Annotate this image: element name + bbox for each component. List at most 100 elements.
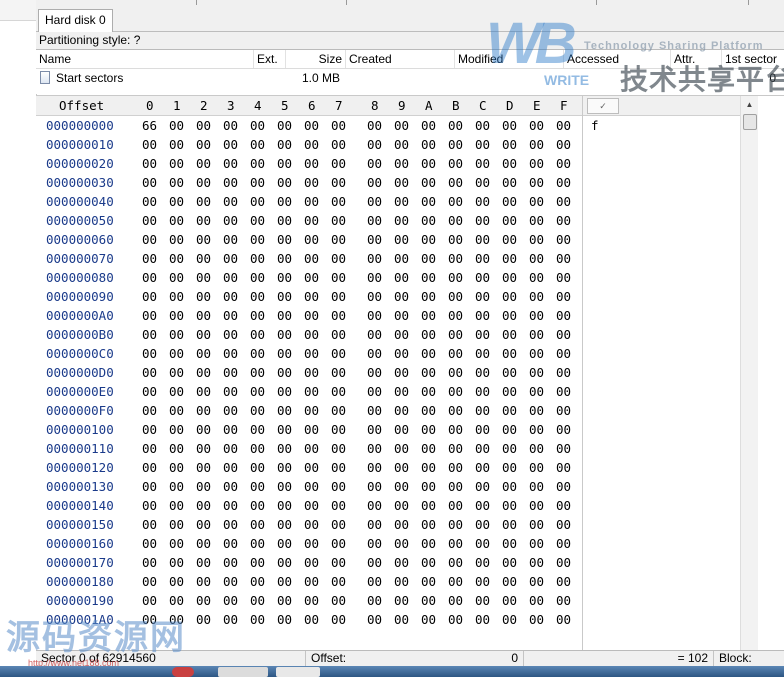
hex-byte[interactable]: 00 <box>475 308 490 323</box>
hex-byte[interactable]: 00 <box>250 498 265 513</box>
hex-byte[interactable]: 00 <box>529 175 544 190</box>
hex-byte[interactable]: 00 <box>223 270 238 285</box>
hex-byte[interactable]: 00 <box>394 593 409 608</box>
hex-byte[interactable]: 00 <box>277 308 292 323</box>
hex-byte[interactable]: 00 <box>277 175 292 190</box>
hex-byte[interactable]: 00 <box>196 460 211 475</box>
hex-byte[interactable]: 00 <box>448 156 463 171</box>
hex-byte[interactable]: 00 <box>169 479 184 494</box>
hex-byte[interactable]: 00 <box>169 346 184 361</box>
hex-byte[interactable]: 00 <box>250 137 265 152</box>
hex-byte[interactable]: 00 <box>529 289 544 304</box>
hex-row[interactable]: 0000000D0 00 00 00 00 00 00 00 00 00 00 00 00 00 00 00 0… <box>36 363 582 382</box>
hex-byte[interactable]: 00 <box>169 232 184 247</box>
hex-byte[interactable]: 00 <box>421 289 436 304</box>
hex-byte[interactable]: 00 <box>475 289 490 304</box>
hex-row[interactable]: 0000000E0 00 00 00 00 00 00 00 00 00 00 00 00 00 00 00 0… <box>36 382 582 401</box>
hex-byte[interactable]: 00 <box>448 574 463 589</box>
hex-byte[interactable]: 00 <box>331 327 346 342</box>
hex-byte[interactable]: 00 <box>556 403 571 418</box>
hex-byte[interactable]: 00 <box>529 137 544 152</box>
hex-byte[interactable]: 00 <box>304 422 319 437</box>
hex-byte[interactable]: 00 <box>196 479 211 494</box>
hex-byte[interactable]: 00 <box>331 574 346 589</box>
hex-byte[interactable]: 00 <box>394 289 409 304</box>
hex-byte[interactable]: 00 <box>304 175 319 190</box>
hex-byte[interactable]: 00 <box>475 384 490 399</box>
hex-byte[interactable]: 00 <box>394 555 409 570</box>
hex-byte[interactable]: 00 <box>142 479 157 494</box>
hex-byte[interactable]: 00 <box>169 574 184 589</box>
hex-byte[interactable]: 00 <box>529 251 544 266</box>
hex-byte[interactable]: 00 <box>196 156 211 171</box>
hex-byte[interactable]: 00 <box>367 593 382 608</box>
scrollbar-thumb[interactable] <box>743 114 757 130</box>
hex-byte[interactable]: 00 <box>304 118 319 133</box>
hex-byte[interactable]: 00 <box>223 137 238 152</box>
hex-byte[interactable]: 00 <box>196 289 211 304</box>
hex-byte[interactable]: 00 <box>448 441 463 456</box>
hex-byte[interactable]: 00 <box>250 384 265 399</box>
hex-byte[interactable]: 00 <box>475 517 490 532</box>
hex-byte[interactable]: 00 <box>169 327 184 342</box>
hex-byte[interactable]: 00 <box>277 593 292 608</box>
hex-byte[interactable]: 00 <box>529 498 544 513</box>
hex-byte[interactable]: 00 <box>169 137 184 152</box>
hex-byte[interactable]: 00 <box>277 460 292 475</box>
hex-byte[interactable]: 00 <box>394 479 409 494</box>
hex-byte[interactable]: 00 <box>196 555 211 570</box>
hex-byte[interactable]: 00 <box>142 213 157 228</box>
hex-byte[interactable]: 00 <box>556 137 571 152</box>
hex-byte[interactable]: 00 <box>556 118 571 133</box>
hex-byte[interactable]: 00 <box>475 365 490 380</box>
hex-byte[interactable]: 00 <box>421 175 436 190</box>
hex-byte[interactable]: 00 <box>304 137 319 152</box>
hex-byte[interactable]: 00 <box>367 536 382 551</box>
hex-byte[interactable]: 00 <box>367 517 382 532</box>
hex-byte[interactable]: 00 <box>277 137 292 152</box>
hex-byte[interactable]: 00 <box>196 422 211 437</box>
hex-byte[interactable]: 00 <box>502 422 517 437</box>
hex-byte[interactable]: 00 <box>304 232 319 247</box>
hex-byte[interactable]: 00 <box>502 137 517 152</box>
hex-byte[interactable]: 00 <box>475 213 490 228</box>
hex-byte[interactable]: 00 <box>277 251 292 266</box>
hex-byte[interactable]: 00 <box>394 327 409 342</box>
hex-byte[interactable]: 00 <box>169 156 184 171</box>
hex-byte[interactable]: 00 <box>142 308 157 323</box>
hex-byte[interactable]: 00 <box>169 403 184 418</box>
hex-byte[interactable]: 00 <box>223 365 238 380</box>
hex-byte[interactable]: 00 <box>331 536 346 551</box>
hex-byte[interactable]: 00 <box>421 593 436 608</box>
hex-row[interactable]: 000000090 00 00 00 00 00 00 00 00 00 00 00 00 00 00 00 0… <box>36 287 582 306</box>
hex-byte[interactable]: 00 <box>223 289 238 304</box>
hex-byte[interactable]: 00 <box>169 251 184 266</box>
hex-byte[interactable]: 00 <box>250 460 265 475</box>
hex-byte[interactable]: 00 <box>475 441 490 456</box>
hex-byte[interactable]: 00 <box>394 365 409 380</box>
hex-byte[interactable]: 00 <box>223 194 238 209</box>
hex-byte[interactable]: 00 <box>529 156 544 171</box>
taskbar-app-button[interactable] <box>218 667 268 677</box>
hex-byte[interactable]: 00 <box>223 422 238 437</box>
hex-byte[interactable]: 00 <box>142 251 157 266</box>
hex-byte[interactable]: 00 <box>169 593 184 608</box>
hex-byte[interactable]: 00 <box>223 327 238 342</box>
hex-byte[interactable]: 00 <box>556 536 571 551</box>
hex-byte[interactable]: 00 <box>529 403 544 418</box>
hex-byte[interactable]: 00 <box>277 232 292 247</box>
hex-byte[interactable]: 00 <box>331 517 346 532</box>
hex-byte[interactable]: 00 <box>421 118 436 133</box>
hex-byte[interactable]: 00 <box>367 479 382 494</box>
hex-byte[interactable]: 00 <box>223 156 238 171</box>
hex-byte[interactable]: 00 <box>448 251 463 266</box>
hex-row[interactable]: 000000040 00 00 00 00 00 00 00 00 00 00 00 00 00 00 00 0… <box>36 192 582 211</box>
hex-byte[interactable]: 00 <box>502 517 517 532</box>
hex-byte[interactable]: 00 <box>529 118 544 133</box>
hex-byte[interactable]: 00 <box>502 441 517 456</box>
hex-byte[interactable]: 00 <box>394 441 409 456</box>
hex-byte[interactable]: 00 <box>421 555 436 570</box>
hex-byte[interactable]: 00 <box>277 156 292 171</box>
hex-byte[interactable]: 00 <box>394 574 409 589</box>
hex-byte[interactable]: 00 <box>196 498 211 513</box>
